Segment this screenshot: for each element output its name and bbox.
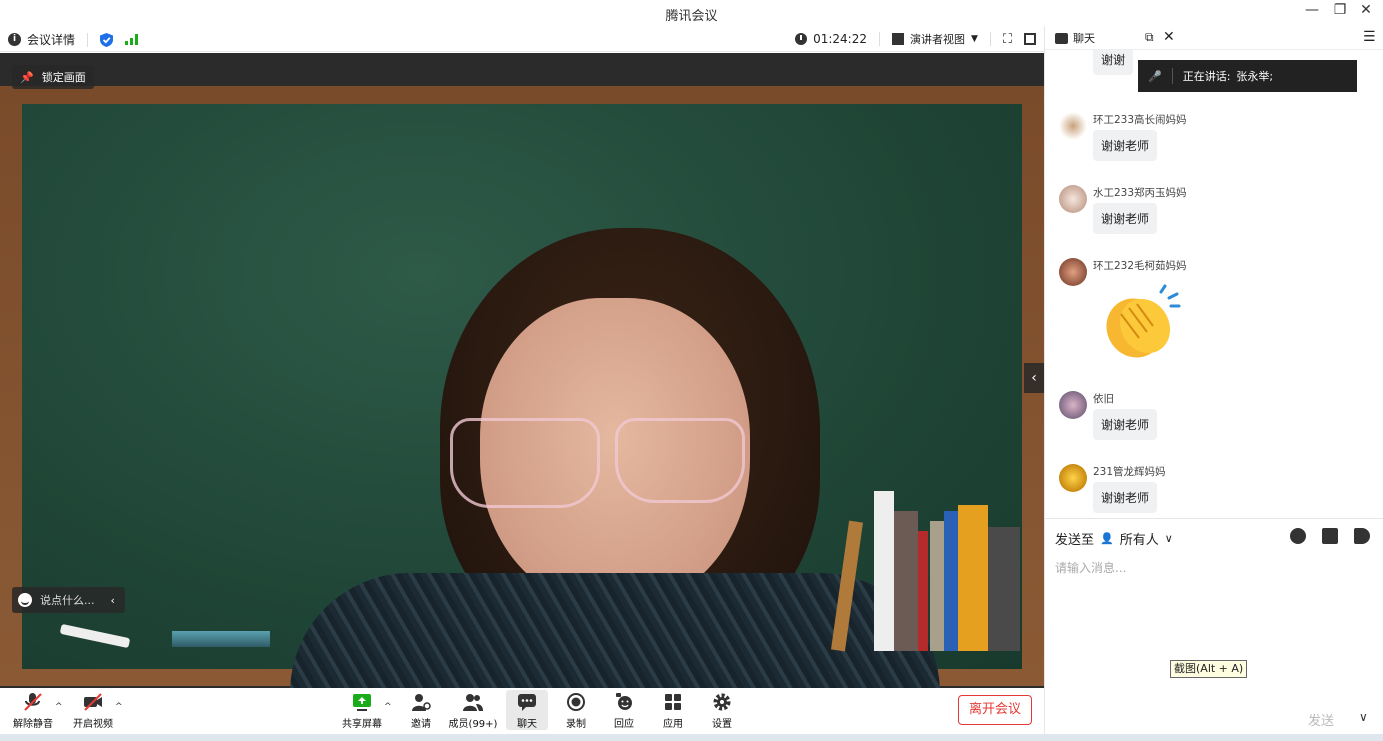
close-chat-icon[interactable]: ✕ bbox=[1163, 29, 1175, 45]
record-icon bbox=[567, 693, 585, 711]
invite-button[interactable]: 邀请 bbox=[396, 690, 446, 730]
meeting-info-bar: i 会议详情 01:24:22 演讲者视图 ▼ ⛶ bbox=[0, 26, 1044, 52]
members-icon bbox=[463, 694, 483, 711]
speaker-view-icon[interactable] bbox=[891, 33, 904, 45]
recipient-selector[interactable]: 发送至 👤 所有人 ∨ bbox=[1055, 529, 1173, 548]
fullscreen-icon[interactable]: ⛶ bbox=[1003, 32, 1012, 47]
chevron-down-icon[interactable]: ▼ bbox=[971, 34, 978, 44]
invite-icon bbox=[412, 694, 431, 711]
info-icon[interactable]: i bbox=[8, 33, 21, 46]
video-options-chevron-icon[interactable]: ^ bbox=[115, 702, 123, 712]
settings-button[interactable]: 设置 bbox=[697, 690, 747, 730]
start-video-button[interactable]: 开启视频 bbox=[68, 690, 118, 730]
record-button[interactable]: 录制 bbox=[551, 690, 601, 730]
screenshot-tooltip: 截图(Alt + A) bbox=[1170, 660, 1248, 678]
meeting-toolbar: 解除静音 ^ 开启视频 ^ 共享屏幕 ^ 邀请 成员(99+) 聊天 录制 回应… bbox=[0, 688, 1044, 734]
share-options-chevron-icon[interactable]: ^ bbox=[384, 702, 392, 712]
books-decoration bbox=[831, 481, 1020, 652]
share-screen-icon bbox=[353, 694, 371, 711]
gear-icon bbox=[713, 693, 731, 711]
menu-icon[interactable]: ☰ bbox=[1363, 29, 1376, 45]
popout-icon[interactable]: ⧉ bbox=[1145, 30, 1154, 45]
bottom-edge bbox=[0, 734, 1383, 741]
title-bar: 腾讯会议 — ❐ ✕ bbox=[0, 0, 1383, 26]
eraser-decoration bbox=[172, 631, 270, 647]
emoji-picker-icon[interactable] bbox=[1290, 528, 1306, 544]
unmute-button[interactable]: 解除静音 bbox=[8, 690, 58, 730]
chat-panel: 聊天 ⧉ ✕ ☰ 🎤 正在讲话: 张永举; 谢谢 环工233高长闹妈妈 谢谢老师… bbox=[1044, 26, 1383, 734]
muted-mic-icon bbox=[24, 693, 42, 711]
send-button[interactable]: 发送 bbox=[1308, 710, 1334, 729]
send-options-chevron-icon[interactable]: ∨ bbox=[1359, 710, 1368, 724]
audio-options-chevron-icon[interactable]: ^ bbox=[55, 702, 63, 712]
expand-panel-icon[interactable]: ‹ bbox=[1024, 363, 1044, 393]
announcement-icon[interactable] bbox=[1354, 528, 1370, 544]
restore-icon[interactable]: ❐ bbox=[1328, 2, 1352, 18]
clock-icon bbox=[795, 33, 808, 45]
apps-icon bbox=[665, 694, 681, 710]
members-button[interactable]: 成员(99+) bbox=[446, 690, 500, 730]
chat-header: 聊天 ⧉ ✕ ☰ bbox=[1045, 26, 1383, 50]
tab-chat[interactable]: 聊天 bbox=[1055, 30, 1095, 46]
view-mode-button[interactable]: 演讲者视图 bbox=[910, 31, 965, 47]
minimize-icon[interactable]: — bbox=[1300, 2, 1324, 18]
avatar[interactable] bbox=[1059, 185, 1087, 213]
avatar[interactable] bbox=[1059, 464, 1087, 492]
quick-comment-input[interactable]: 说点什么... ‹ bbox=[12, 587, 125, 613]
avatar[interactable] bbox=[1059, 112, 1087, 140]
network-signal-icon[interactable] bbox=[125, 34, 139, 45]
share-screen-button[interactable]: 共享屏幕 bbox=[337, 690, 387, 730]
pin-icon: 📌 bbox=[20, 70, 34, 84]
avatar[interactable] bbox=[1059, 391, 1087, 419]
chat-button[interactable]: 聊天 bbox=[506, 690, 548, 730]
chat-message-list[interactable]: 谢谢 环工233高长闹妈妈 谢谢老师 水工233郑丙玉妈妈 谢谢老师 环工232… bbox=[1045, 50, 1383, 518]
meeting-details-link[interactable]: 会议详情 bbox=[27, 31, 75, 48]
security-shield-icon[interactable] bbox=[100, 32, 114, 47]
chat-icon bbox=[518, 694, 536, 711]
lock-view-button[interactable]: 📌 锁定画面 bbox=[12, 65, 94, 89]
file-icon[interactable] bbox=[1322, 528, 1338, 544]
window-title: 腾讯会议 bbox=[665, 9, 718, 24]
chat-composer: 发送至 👤 所有人 ∨ 请输入消息... bbox=[1045, 518, 1383, 734]
meeting-timer: 01:24:22 bbox=[813, 32, 867, 46]
chat-bubble-icon bbox=[1055, 32, 1068, 44]
collapse-chevron-icon[interactable]: ‹ bbox=[111, 594, 115, 607]
leave-meeting-button[interactable]: 离开会议 bbox=[958, 695, 1032, 725]
clapping-hands-icon bbox=[1106, 284, 1181, 358]
react-button[interactable]: 回应 bbox=[599, 690, 649, 730]
close-icon[interactable]: ✕ bbox=[1354, 2, 1378, 18]
message-input[interactable]: 请输入消息... bbox=[1055, 559, 1126, 576]
layout-toggle-icon[interactable] bbox=[1024, 33, 1036, 45]
chevron-down-icon: ∨ bbox=[1164, 532, 1173, 545]
speaking-indicator: 🎤 正在讲话: 张永举; bbox=[1138, 60, 1357, 92]
emoji-icon[interactable] bbox=[18, 593, 32, 607]
avatar[interactable] bbox=[1059, 258, 1087, 286]
person-icon: 👤 bbox=[1100, 532, 1114, 545]
mic-icon: 🎤 bbox=[1148, 69, 1162, 83]
apps-button[interactable]: 应用 bbox=[648, 690, 698, 730]
reaction-icon bbox=[616, 693, 632, 710]
video-stage: 📌 锁定画面 说点什么... ‹ ‹ bbox=[0, 53, 1044, 688]
video-off-icon bbox=[84, 693, 102, 711]
